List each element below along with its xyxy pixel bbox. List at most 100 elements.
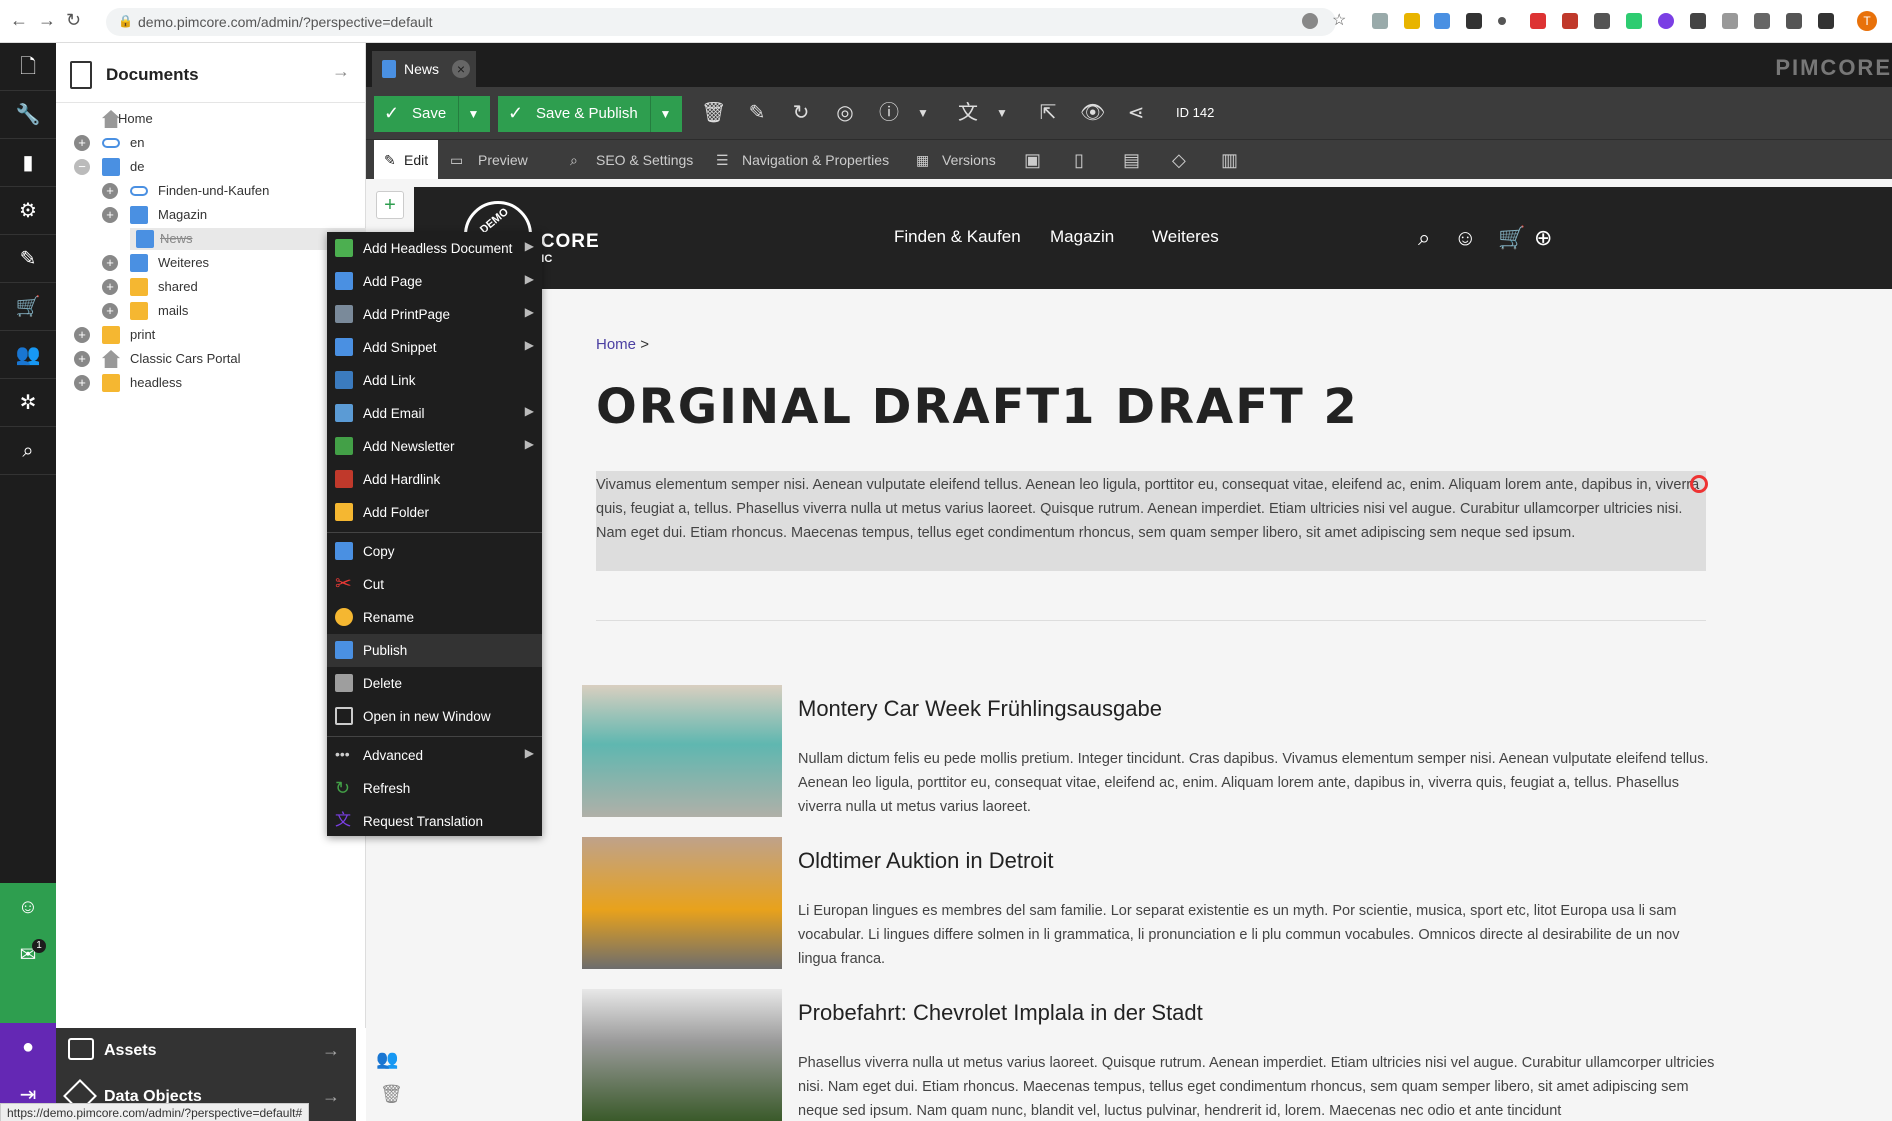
menu-add-headless-document[interactable]: Add Headless Document ▶	[327, 232, 542, 265]
site-nav-magazin[interactable]: Magazin	[1050, 227, 1114, 247]
cart-icon[interactable]: 🛒	[0, 283, 56, 331]
delete-icon[interactable]: 🗑	[701, 101, 726, 125]
expand-icon[interactable]: +	[74, 375, 90, 391]
search-icon[interactable]: ⌕	[1418, 225, 1430, 251]
user-badge-icon[interactable]: ☺	[0, 883, 56, 931]
tree-item-en[interactable]: + en	[74, 132, 354, 154]
save-publish-dropdown-icon[interactable]: ▼	[650, 96, 680, 132]
expand-icon[interactable]: +	[102, 279, 118, 295]
tree-item-weiteres[interactable]: + Weiteres	[102, 252, 352, 274]
menu-add-printpage[interactable]: Add PrintPage ▶	[327, 298, 542, 331]
expand-icon[interactable]: +	[74, 135, 90, 151]
menu-add-page[interactable]: Add Page ▶	[327, 265, 542, 298]
tab-news[interactable]: News ×	[372, 51, 476, 87]
tab-navigation-properties[interactable]: ☰ Navigation & Properties	[716, 140, 896, 180]
open-external-icon[interactable]: ⇱	[1036, 101, 1060, 125]
menu-delete[interactable]: Delete	[327, 667, 542, 700]
menu-request-translation[interactable]: 文 Request Translation	[327, 805, 542, 838]
extension-icon[interactable]	[1722, 13, 1738, 29]
article-title[interactable]: Oldtimer Auktion in Detroit	[798, 848, 1054, 874]
tree-item-shared[interactable]: + shared	[102, 276, 352, 298]
article-title[interactable]: Montery Car Week Frühlingsausgabe	[798, 696, 1162, 722]
info-dropdown-icon[interactable]: ▼	[911, 101, 935, 125]
document-icon[interactable]: 🗋	[0, 43, 56, 91]
back-icon[interactable]: ←	[10, 10, 28, 31]
menu-add-email[interactable]: Add Email ▶	[327, 397, 542, 430]
download-icon[interactable]	[1786, 13, 1802, 29]
search-icon[interactable]: ⌕	[0, 427, 56, 475]
address-bar[interactable]: 🔒 demo.pimcore.com/admin/?perspective=de…	[106, 8, 1336, 36]
page-title[interactable]: ORGINAL DRAFT1 DRAFT 2	[596, 379, 1359, 435]
tree-item-home[interactable]: Home	[74, 108, 354, 130]
trash-icon[interactable]: 🗑	[380, 1084, 403, 1105]
wrench-icon[interactable]: 🔧	[0, 91, 56, 139]
translate-dropdown-icon[interactable]: ▼	[990, 101, 1014, 125]
save-button[interactable]: ✓ Save ▼	[374, 96, 490, 132]
extension-icon[interactable]	[1404, 13, 1420, 29]
menu-cut[interactable]: ✂ Cut	[327, 568, 542, 601]
share-icon[interactable]: ⋖	[1124, 101, 1148, 125]
tree-item-de[interactable]: − de	[74, 156, 354, 178]
profile-icon[interactable]: ●	[0, 1023, 56, 1071]
menu-advanced[interactable]: ••• Advanced ▶	[327, 739, 542, 772]
save-publish-button[interactable]: ✓ Save & Publish ▼	[498, 96, 682, 132]
tree-item-magazin[interactable]: + Magazin	[102, 204, 352, 226]
intro-editable[interactable]: Vivamus elementum semper nisi. Aenean vu…	[596, 471, 1706, 571]
menu-open-new-window[interactable]: Open in new Window	[327, 700, 542, 733]
article-title[interactable]: Probefahrt: Chevrolet Implala in der Sta…	[798, 1000, 1203, 1026]
extension-icon[interactable]	[1434, 13, 1450, 29]
clipboard-icon[interactable]: ▤	[1123, 140, 1147, 180]
article-image[interactable]	[582, 685, 782, 817]
share-icon[interactable]	[1302, 13, 1318, 29]
extension-icon[interactable]	[1498, 17, 1506, 25]
chart-icon[interactable]: ▮	[0, 139, 56, 187]
article-image[interactable]	[582, 989, 782, 1121]
globe-icon[interactable]: ⊕	[1534, 225, 1552, 251]
tab-versions[interactable]: ▦ Versions	[916, 140, 1006, 180]
bookmark-icon[interactable]: ▯	[1074, 140, 1098, 180]
network-icon[interactable]: ✲	[0, 379, 56, 427]
gear-icon[interactable]: ⚙	[0, 187, 56, 235]
star-icon[interactable]: ☆	[1332, 10, 1348, 29]
accordion-assets[interactable]: Assets →	[56, 1028, 356, 1074]
expand-icon[interactable]: +	[102, 183, 118, 199]
reload-icon[interactable]: ↻	[66, 10, 81, 31]
menu-add-snippet[interactable]: Add Snippet ▶	[327, 331, 542, 364]
extension-icon[interactable]	[1594, 13, 1610, 29]
translate-icon[interactable]: 文	[956, 101, 980, 125]
arrow-right-icon[interactable]: →	[332, 61, 350, 82]
menu-copy[interactable]: Copy	[327, 535, 542, 568]
users-icon[interactable]: 👥	[376, 1049, 398, 1070]
menu-add-folder[interactable]: Add Folder	[327, 496, 542, 529]
cart-icon[interactable]: 🛒	[1498, 225, 1525, 251]
expand-icon[interactable]: +	[74, 327, 90, 343]
sidebar-icon[interactable]	[1818, 13, 1834, 29]
target-icon[interactable]: ◎	[833, 101, 857, 125]
menu-add-hardlink[interactable]: Add Hardlink	[327, 463, 542, 496]
warning-icon[interactable]	[1530, 13, 1546, 29]
tag-icon[interactable]: ◇	[1172, 140, 1196, 180]
close-tab-icon[interactable]: ×	[452, 60, 470, 78]
tree-item-headless[interactable]: + headless	[74, 372, 354, 394]
schedule-icon[interactable]: ▣	[1024, 140, 1048, 180]
site-nav-finden[interactable]: Finden & Kaufen	[894, 227, 1021, 247]
menu-add-link[interactable]: Add Link	[327, 364, 542, 397]
info-icon[interactable]: ⓘ	[877, 101, 901, 125]
extension-icon[interactable]	[1466, 13, 1482, 29]
extension-icon[interactable]	[1658, 13, 1674, 29]
tab-seo-settings[interactable]: ⌕ SEO & Settings	[570, 140, 700, 180]
profile-avatar[interactable]: T	[1857, 11, 1877, 31]
expand-icon[interactable]: +	[102, 207, 118, 223]
feather-icon[interactable]: ✎	[0, 235, 56, 283]
users-icon[interactable]: 👥	[0, 331, 56, 379]
menu-add-newsletter[interactable]: Add Newsletter ▶	[327, 430, 542, 463]
notifications-icon[interactable]: ✉ 1	[0, 931, 56, 979]
puzzle-icon[interactable]	[1754, 13, 1770, 29]
article-image[interactable]	[582, 837, 782, 969]
collapse-icon[interactable]: −	[74, 159, 90, 175]
tree-item-print[interactable]: + print	[74, 324, 354, 346]
pin-icon[interactable]	[1690, 475, 1708, 493]
extension-icon[interactable]	[1562, 13, 1578, 29]
tree-item-mails[interactable]: + mails	[102, 300, 352, 322]
extension-icon[interactable]	[1626, 13, 1642, 29]
